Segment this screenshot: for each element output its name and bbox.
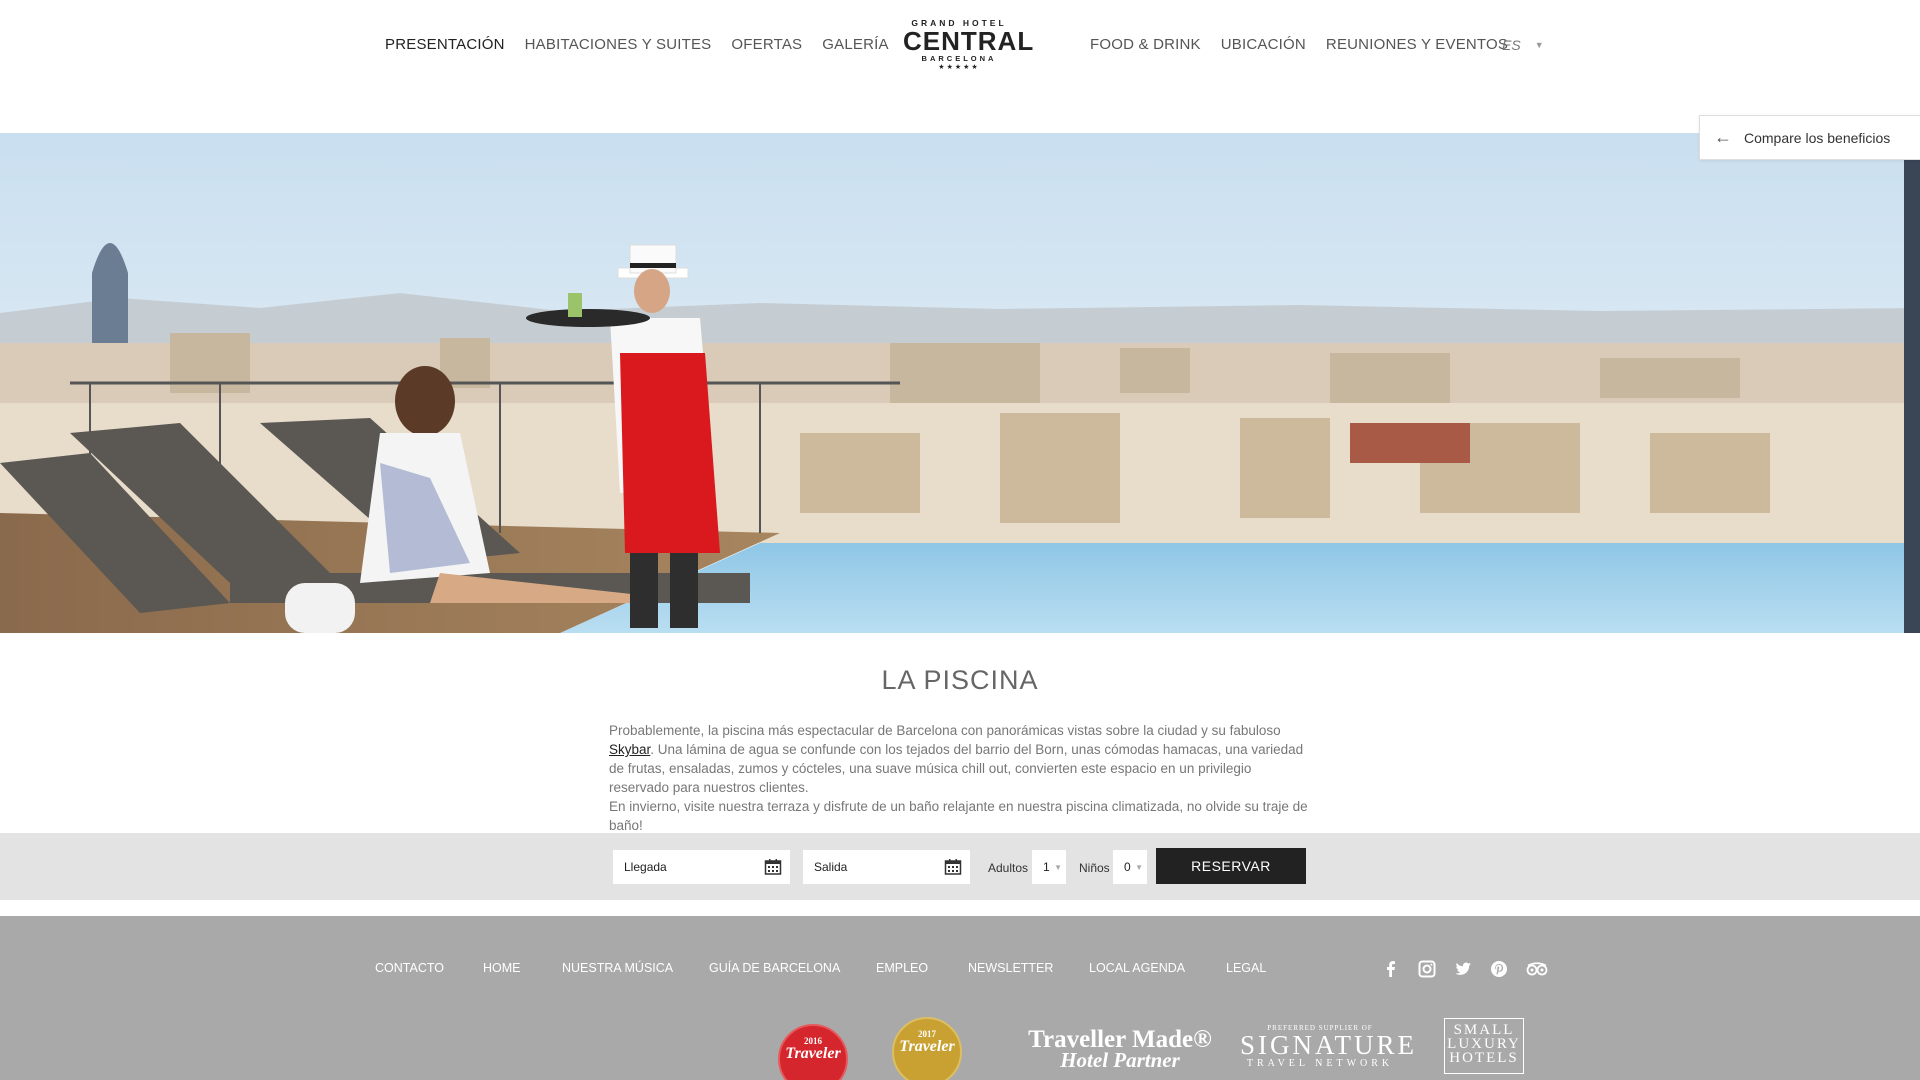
logo-main: CENTRAL <box>903 26 1035 56</box>
children-label: Niños <box>1079 861 1110 875</box>
facebook-icon[interactable] <box>1382 960 1400 978</box>
traveller-made-logo: Traveller Made® Hotel Partner <box>1020 1026 1220 1072</box>
footer-link-guia[interactable]: GUÍA DE BARCELONA <box>709 961 876 975</box>
paragraph1-text-a: Probablemente, la piscina más espectacul… <box>609 723 1281 738</box>
footer-link-contacto[interactable]: CONTACTO <box>375 961 483 975</box>
tripadvisor-icon[interactable] <box>1526 960 1548 978</box>
signature-travel-logo: PREFERRED SUPPLIER OF SIGNATURE TRAVEL N… <box>1240 1024 1418 1069</box>
compare-benefits-tab[interactable]: ← Compare los beneficios <box>1699 115 1920 160</box>
twitter-icon[interactable] <box>1454 960 1472 978</box>
arrival-date-placeholder: Llegada <box>624 860 667 874</box>
traveller-made-line2: Hotel Partner <box>1060 1048 1180 1072</box>
footer-link-newsletter[interactable]: NEWSLETTER <box>968 961 1089 975</box>
arrival-date-field[interactable]: Llegada <box>613 850 790 884</box>
conde-nast-2017-badge: 2017 Traveler <box>892 1017 962 1080</box>
chevron-down-icon: ▼ <box>1534 40 1544 50</box>
booking-bar: Llegada Salida Adultos 1 ▼ Niños 0 ▼ RES… <box>0 833 1920 900</box>
departure-date-placeholder: Salida <box>814 860 848 874</box>
rooftop-pool-photo <box>0 133 1920 633</box>
footer-link-home[interactable]: HOME <box>483 961 562 975</box>
pinterest-icon[interactable] <box>1490 960 1508 978</box>
hero-image <box>0 133 1920 633</box>
logo-stars: ★★★★★ <box>938 64 980 71</box>
nav-ubicacion[interactable]: UBICACIÓN <box>1221 36 1306 53</box>
arrow-left-icon: ← <box>1714 127 1732 147</box>
nav-food-drink[interactable]: FOOD & DRINK <box>1090 36 1201 53</box>
language-selector[interactable]: ES ▼ <box>1502 37 1544 53</box>
spacer <box>0 900 1920 916</box>
awards-row: 2016 Traveler 2017 Traveler Traveller Ma… <box>775 1017 1555 1080</box>
adults-label: Adultos <box>988 861 1029 875</box>
footer-links: CONTACTO HOME NUESTRA MÚSICA GUÍA DE BAR… <box>375 961 1276 975</box>
chevron-down-icon: ▼ <box>1054 863 1062 872</box>
description-paragraph-1: Probablemente, la piscina más espectacul… <box>609 721 1309 797</box>
reserve-button[interactable]: RESERVAR <box>1156 848 1306 884</box>
skybar-link[interactable]: Skybar <box>609 742 650 757</box>
site-header: PRESENTACIÓN HABITACIONES Y SUITES OFERT… <box>0 0 1920 133</box>
chevron-down-icon: ▼ <box>1135 863 1143 872</box>
children-value: 0 <box>1124 860 1131 874</box>
calendar-icon <box>764 859 782 875</box>
main-nav-left: PRESENTACIÓN HABITACIONES Y SUITES OFERT… <box>385 36 889 53</box>
footer-link-musica[interactable]: NUESTRA MÚSICA <box>562 961 709 975</box>
badge-2016-name: Traveler <box>785 1045 841 1062</box>
social-links <box>1382 960 1548 978</box>
footer-link-empleo[interactable]: EMPLEO <box>876 961 968 975</box>
calendar-icon <box>944 859 962 875</box>
nav-ofertas[interactable]: OFERTAS <box>731 36 802 53</box>
hotel-logo[interactable]: GRAND HOTEL CENTRAL BARCELONA ★★★★★ <box>903 18 1035 71</box>
departure-date-field[interactable]: Salida <box>803 850 970 884</box>
nav-galeria[interactable]: GALERÍA <box>822 36 888 53</box>
section-title: LA PISCINA <box>881 665 1039 695</box>
nav-presentacion[interactable]: PRESENTACIÓN <box>385 36 505 53</box>
nav-habitaciones[interactable]: HABITACIONES Y SUITES <box>525 36 712 53</box>
signature-sub: TRAVEL NETWORK <box>1246 1058 1394 1069</box>
small-luxury-hotels-logo: SMALL LUXURY HOTELS <box>1444 1018 1524 1074</box>
main-nav-right: FOOD & DRINK UBICACIÓN REUNIONES Y EVENT… <box>1090 36 1508 53</box>
compare-benefits-label: Compare los beneficios <box>1744 129 1891 146</box>
site-footer: CONTACTO HOME NUESTRA MÚSICA GUÍA DE BAR… <box>0 916 1920 1080</box>
instagram-icon[interactable] <box>1418 960 1436 978</box>
badge-2017-name: Traveler <box>899 1038 955 1055</box>
adults-select[interactable]: 1 ▼ <box>1032 850 1066 884</box>
nav-reuniones[interactable]: REUNIONES Y EVENTOS <box>1326 36 1508 53</box>
section-description: Probablemente, la piscina más espectacul… <box>609 721 1309 835</box>
language-value: ES <box>1502 37 1521 53</box>
signature-main: SIGNATURE <box>1240 1030 1418 1060</box>
description-paragraph-2: En invierno, visite nuestra terraza y di… <box>609 799 1308 833</box>
footer-link-local-agenda[interactable]: LOCAL AGENDA <box>1089 961 1226 975</box>
adults-value: 1 <box>1043 860 1050 874</box>
traveller-made-line1: Traveller Made® <box>1028 1026 1212 1053</box>
paragraph1-text-b: . Una lámina de agua se confunde con los… <box>609 742 1304 795</box>
children-select[interactable]: 0 ▼ <box>1113 850 1147 884</box>
conde-nast-2016-badge: 2016 Traveler <box>778 1024 848 1080</box>
footer-link-legal[interactable]: LEGAL <box>1226 961 1276 975</box>
